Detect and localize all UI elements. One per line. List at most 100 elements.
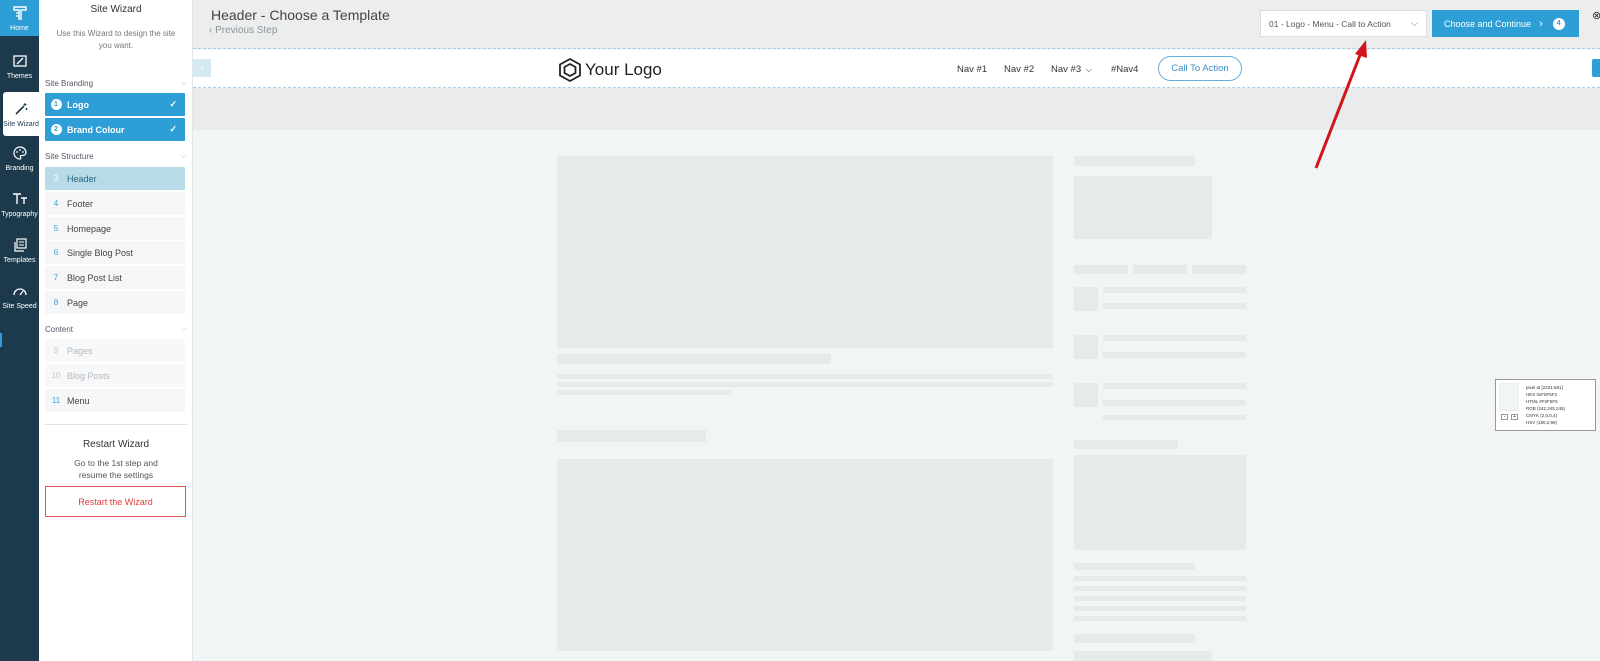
rail-themes-label: Themes [6, 73, 33, 80]
annotation-arrow [1314, 40, 1367, 169]
template-select-value: 01 - Logo - Menu - Call to Action [1269, 18, 1391, 29]
page-title: Header - Choose a Template [211, 7, 390, 23]
section-content[interactable]: Content ⌵ [45, 324, 187, 334]
header-preview: ‹ Your Logo Nav #1 Nav #2 Nav #3 ⌵ #Nav4… [193, 50, 1600, 88]
rail-site-wizard[interactable]: Site Wizard [3, 92, 39, 136]
sidebar-tab-placeholder [1192, 265, 1246, 274]
close-icon[interactable]: ⊗ [1592, 9, 1600, 22]
plus-icon[interactable]: + [1511, 414, 1518, 420]
step-number: 1 [50, 99, 62, 110]
step-footer[interactable]: 4 Footer [45, 192, 185, 215]
step-page[interactable]: 8 Page [45, 291, 185, 314]
prev-template-button[interactable]: ‹ [193, 59, 211, 77]
divider [45, 424, 187, 425]
step-menu[interactable]: 11 Menu [45, 389, 185, 412]
pixel-info-tooltip: pixel at [2221:681] HEX 0xF5F5F2 HTML #F… [1495, 379, 1596, 431]
rail-branding-label: Branding [5, 165, 34, 172]
wizard-panel: Site Wizard Use this Wizard to design th… [39, 0, 193, 661]
step-blog-post-list[interactable]: 7 Blog Post List [45, 266, 185, 289]
rail-themes[interactable]: Themes [0, 44, 39, 88]
template-select[interactable]: 01 - Logo - Menu - Call to Action ⌵ [1260, 10, 1427, 37]
step-label: Brand Colour [67, 124, 125, 135]
section-label: Content [45, 324, 74, 334]
section-label: Site Branding [45, 78, 94, 88]
nav-item[interactable]: Nav #1 [957, 64, 987, 75]
step-homepage[interactable]: 5 Homepage [45, 217, 185, 240]
pixel-info-line: RGB (242,245,245) [1526, 406, 1566, 411]
rail-home-label: Home [10, 25, 29, 32]
chevron-right-icon: › [1539, 17, 1543, 30]
home-icon [11, 4, 29, 22]
image-placeholder [557, 459, 1053, 651]
previous-step-label: Previous Step [215, 25, 278, 36]
restart-wizard-button[interactable]: Restart the Wizard [45, 486, 186, 517]
image-placeholder [557, 156, 1053, 348]
step-brand-colour[interactable]: 2 Brand Colour ✓ [45, 118, 185, 141]
wizard-title: Site Wizard [90, 4, 142, 15]
step-number: 4 [53, 199, 59, 208]
nav-item[interactable]: #Nav4 [1111, 64, 1138, 75]
pixel-info-line: pixel at [2221:681] [1526, 385, 1563, 390]
nav-item[interactable]: Nav #2 [1004, 64, 1034, 75]
step-label: Header [67, 173, 97, 184]
pixel-info-line: CMYK (2,0,0,4) [1526, 413, 1558, 418]
step-label: Single Blog Post [67, 247, 134, 258]
rail-templates-label: Templates [3, 257, 36, 264]
step-single-blog-post[interactable]: 6 Single Blog Post [45, 241, 185, 264]
nav-item-label: Nav #3 [1051, 64, 1082, 75]
title-placeholder [557, 354, 831, 364]
restart-description: Go to the 1st step and resume the settin… [74, 458, 158, 480]
text-placeholder [557, 374, 1053, 379]
hero-strip-placeholder [193, 88, 1600, 130]
sidebar-image-placeholder [1074, 455, 1246, 550]
sidebar-thumb-placeholder [1074, 287, 1098, 311]
section-site-branding[interactable]: Site Branding ⌵ [45, 78, 187, 88]
palette-icon [11, 144, 29, 162]
section-label: Site Structure [45, 151, 94, 161]
step-number: 11 [51, 396, 61, 405]
rail-home[interactable]: Home [0, 0, 39, 36]
minus-icon[interactable]: - [1501, 414, 1508, 420]
typography-icon [11, 190, 29, 208]
chevron-down-icon: ⌵ [1085, 65, 1092, 74]
pixel-info-lines: pixel at [2221:681] HEX 0xF5F5F2 HTML #F… [1526, 384, 1565, 426]
step-number: 7 [53, 273, 59, 282]
sidebar-line-placeholder [1103, 383, 1246, 389]
step-number: 3 [53, 174, 59, 183]
sidebar-line-placeholder [1103, 352, 1246, 358]
step-header[interactable]: 3 Header [45, 167, 185, 190]
rail-typography[interactable]: Typography [0, 182, 39, 226]
step-label: Logo [67, 99, 89, 110]
templates-icon [11, 236, 29, 254]
chevron-down-icon: ⌵ [180, 151, 187, 160]
sidebar-image-placeholder [1074, 651, 1212, 661]
sidebar-thumb-placeholder [1074, 383, 1098, 407]
sidebar-title-placeholder [1074, 634, 1195, 643]
step-number: 10 [51, 371, 61, 380]
logo-text: Your Logo [585, 60, 662, 79]
nav-item-dropdown[interactable]: Nav #3 ⌵ [1051, 64, 1092, 75]
rail-site-speed[interactable]: Site Speed [0, 274, 39, 318]
sidebar-tab-placeholder [1133, 265, 1187, 274]
sidebar-title-placeholder [1074, 156, 1195, 166]
pixel-info-line: HEX 0xF5F5F2 [1526, 392, 1558, 397]
pixel-info-line: HTML #F2F5F5 [1526, 399, 1558, 404]
previous-step-link[interactable]: ‹ Previous Step [209, 25, 277, 36]
call-to-action-button[interactable]: Call To Action [1158, 56, 1242, 81]
choose-and-continue-button[interactable]: Choose and Continue › 4 [1432, 10, 1579, 37]
pixel-info-line: HSV (180,2,96) [1526, 420, 1558, 425]
rail-site-wizard-label: Site Wizard [3, 121, 39, 128]
section-site-structure[interactable]: Site Structure ⌵ [45, 151, 187, 161]
rail-templates[interactable]: Templates [0, 228, 39, 272]
rail-branding[interactable]: Branding [0, 136, 39, 180]
sidebar-thumb-placeholder [1074, 335, 1098, 359]
top-bar: Header - Choose a Template ‹ Previous St… [193, 0, 1600, 49]
wand-icon [12, 100, 30, 118]
sidebar-title-placeholder [1074, 440, 1178, 449]
step-blog-posts: 10 Blog Posts [45, 364, 185, 387]
step-label: Homepage [67, 223, 112, 234]
icon-rail: Home Themes Site Wizard Branding Typogra… [0, 0, 39, 661]
step-label: Page [67, 297, 89, 308]
step-logo[interactable]: 1 Logo ✓ [45, 93, 185, 116]
next-template-button[interactable] [1592, 59, 1600, 77]
